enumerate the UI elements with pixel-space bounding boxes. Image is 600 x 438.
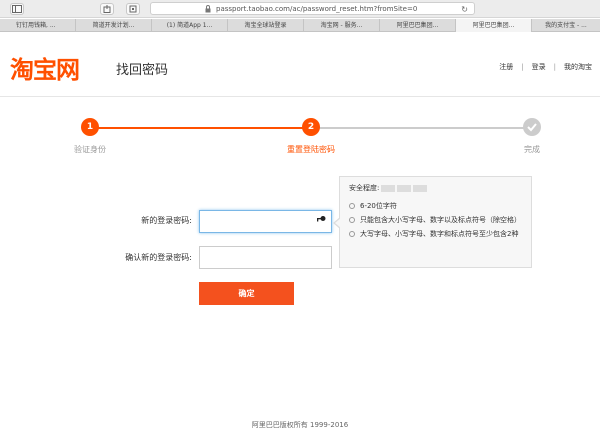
strength-label: 安全程度: [349,184,380,192]
reload-icon[interactable]: ↻ [461,4,468,16]
sidebar-toggle-button[interactable] [10,3,24,15]
rule-bullet-icon [349,231,355,237]
top-nav: 注册 | 登录 | 我的淘宝 [499,62,592,72]
tip-rule-text: 6-20位字符 [360,202,397,210]
register-link[interactable]: 注册 [499,62,513,72]
password-tips: 安全程度: 6-20位字符 只能包含大小写字母、数字以及标点符号（除空格） 大写… [339,176,532,268]
step-2-label: 重置登陆密码 [287,145,335,154]
page-title: 找回密码 [116,63,169,78]
tip-rule: 只能包含大小写字母、数字以及标点符号（除空格） [349,215,522,225]
address-url: passport.taobao.com/ac/password_reset.ht… [216,5,418,13]
tip-rule-text: 大写字母、小写字母、数字和标点符号至少包含2种 [360,230,519,238]
browser-tab[interactable]: 简道开发计划... [76,19,152,32]
tab-bar: 钉钉用钱箱, ... 简道开发计划... (1) 简道App 1... 淘宝全球… [0,19,600,32]
site-header: 淘宝网 找回密码 注册 | 登录 | 我的淘宝 [0,33,600,97]
tip-rule: 6-20位字符 [349,201,522,211]
step-line-pending [315,127,530,129]
tip-arrow-inner [335,218,341,228]
browser-tab[interactable]: 淘宝网 - 服务... [304,19,380,32]
confirm-password-input[interactable] [199,246,332,269]
browser-tab[interactable]: 钉钉用钱箱, ... [0,19,76,32]
step-2-number: 2 [307,122,315,132]
step-3-circle [523,118,541,136]
key-icon [317,216,326,222]
browser-tab[interactable]: 淘宝全球站登录 [228,19,304,32]
step-1-circle: 1 [81,118,99,136]
step-line-done [92,127,307,129]
browser-tab-active[interactable]: 阿里巴巴集团... [456,19,532,32]
taobao-logo[interactable]: 淘宝网 [10,50,80,85]
strength-bar [413,184,428,192]
rule-bullet-icon [349,217,355,223]
reader-button[interactable] [126,3,140,15]
nav-separator: | [521,63,524,71]
sidebar-icon [12,5,22,13]
browser-tab[interactable]: (1) 简道App 1... [152,19,228,32]
footer-copyright: 阿里巴巴版权所有 1999-2016 [251,421,349,429]
reader-icon [129,5,137,13]
step-1-number: 1 [86,122,94,132]
browser-tab[interactable]: 我的支付宝 - ... [532,19,600,32]
step-3-label: 完成 [524,145,540,154]
lock-icon [205,5,211,13]
progress-steps: 1 2 验证身份 重置登陆密码 完成 [0,118,600,158]
browser-tab[interactable]: 阿里巴巴集团... [380,19,456,32]
browser-toolbar: passport.taobao.com/ac/password_reset.ht… [0,0,600,18]
strength-bar [397,184,412,192]
rule-bullet-icon [349,203,355,209]
tip-rule-text: 只能包含大小写字母、数字以及标点符号（除空格） [360,216,521,224]
step-1-label: 验证身份 [74,145,106,154]
address-bar[interactable]: passport.taobao.com/ac/password_reset.ht… [150,2,475,15]
step-2-circle: 2 [302,118,320,136]
strength-bar [381,184,396,192]
check-icon [527,123,537,132]
nav-separator: | [553,63,556,71]
share-button[interactable] [100,3,114,15]
share-icon [103,5,111,13]
login-link[interactable]: 登录 [532,62,546,72]
my-taobao-link[interactable]: 我的淘宝 [564,62,592,72]
strength-meter: 安全程度: [349,183,522,193]
submit-button[interactable]: 确定 [199,282,294,305]
new-password-label: 新的登录密码: [141,216,192,225]
new-password-input[interactable] [199,210,332,233]
tip-rule: 大写字母、小写字母、数字和标点符号至少包含2种 [349,229,522,239]
confirm-password-label: 确认新的登录密码: [125,253,192,262]
